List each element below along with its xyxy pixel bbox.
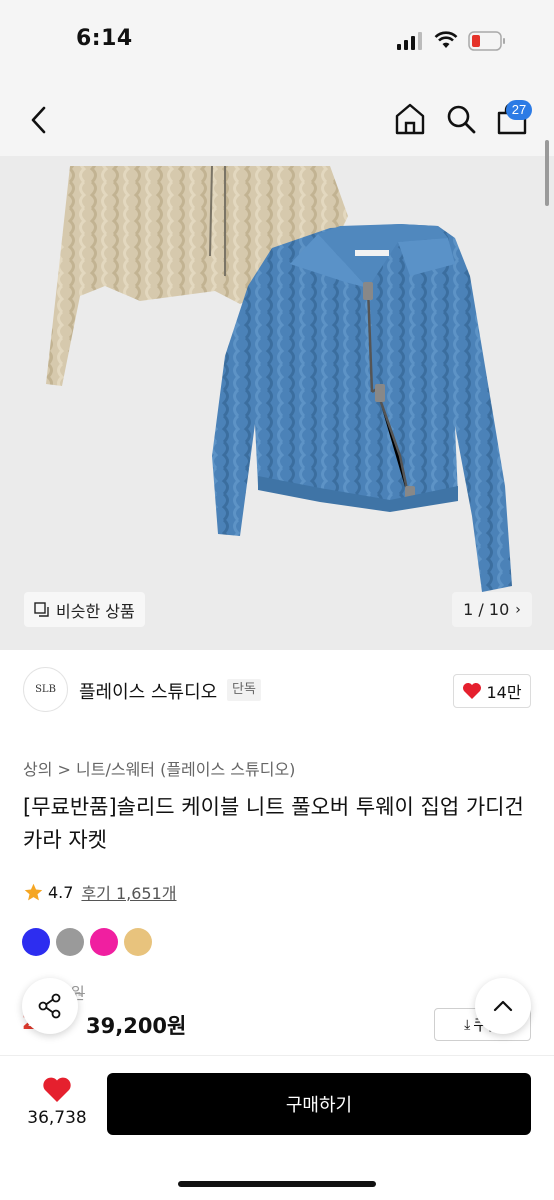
- cart-count-badge: 27: [506, 100, 532, 120]
- product-title: [무료반품]솔리드 케이블 니트 풀오버 투웨이 집업 가디건 카라 자켓: [23, 795, 524, 852]
- home-indicator: [178, 1181, 376, 1187]
- buy-button-label: 구매하기: [285, 1095, 353, 1116]
- exclusive-badge: 단독: [227, 679, 261, 701]
- scroll-top-button[interactable]: [475, 978, 531, 1034]
- heart-icon: [463, 683, 482, 699]
- download-icon: ⤓: [464, 1016, 471, 1033]
- similar-products-button[interactable]: 비슷한 상품: [24, 592, 145, 627]
- signal-icon: [397, 32, 422, 50]
- rating-row: 4.7 후기 1,651개: [23, 880, 177, 904]
- chevron-up-icon: [493, 1000, 513, 1012]
- image-pager[interactable]: 1 / 10 ›: [452, 592, 532, 627]
- top-nav: [0, 82, 554, 156]
- wifi-icon: [434, 31, 458, 48]
- rating-score: 4.7: [48, 882, 74, 902]
- color-swatch-beige[interactable]: [124, 928, 152, 956]
- back-icon[interactable]: [26, 104, 54, 136]
- brand-like-count: 14만: [486, 683, 522, 702]
- share-icon: [38, 993, 61, 1019]
- similar-products-label: 비슷한 상품: [56, 601, 135, 621]
- share-button[interactable]: [22, 978, 78, 1034]
- status-time: 6:14: [76, 26, 133, 51]
- search-icon[interactable]: [446, 104, 476, 134]
- brand-name[interactable]: 플레이스 스튜디오: [79, 678, 217, 704]
- sale-price: 39,200원: [86, 1014, 187, 1038]
- brand-like-button[interactable]: 14만: [453, 674, 531, 708]
- battery-icon: [468, 31, 505, 51]
- color-swatch-blue[interactable]: [22, 928, 50, 956]
- like-heart-icon[interactable]: [42, 1076, 72, 1104]
- color-swatch-pink[interactable]: [90, 928, 118, 956]
- product-photo: [46, 165, 512, 592]
- brand-logo-text: SLB: [35, 684, 56, 695]
- chevron-right-icon: ›: [515, 601, 521, 618]
- star-icon: [24, 883, 43, 900]
- review-count-link[interactable]: 후기 1,651개: [81, 880, 176, 904]
- like-count: 36,738: [27, 1108, 87, 1128]
- buy-button[interactable]: 구매하기: [107, 1073, 531, 1135]
- page-scrollbar[interactable]: [545, 140, 549, 206]
- brand-logo[interactable]: SLB: [23, 667, 68, 712]
- status-bar: 6:14: [0, 0, 554, 82]
- home-icon[interactable]: [394, 102, 426, 136]
- breadcrumb[interactable]: 상의 > 니트/스웨터 (플레이스 스튜디오): [23, 756, 295, 780]
- product-image-carousel[interactable]: [0, 156, 554, 650]
- color-swatch-gray[interactable]: [56, 928, 84, 956]
- pager-text: 1 / 10: [463, 600, 510, 619]
- similar-icon: [34, 601, 49, 617]
